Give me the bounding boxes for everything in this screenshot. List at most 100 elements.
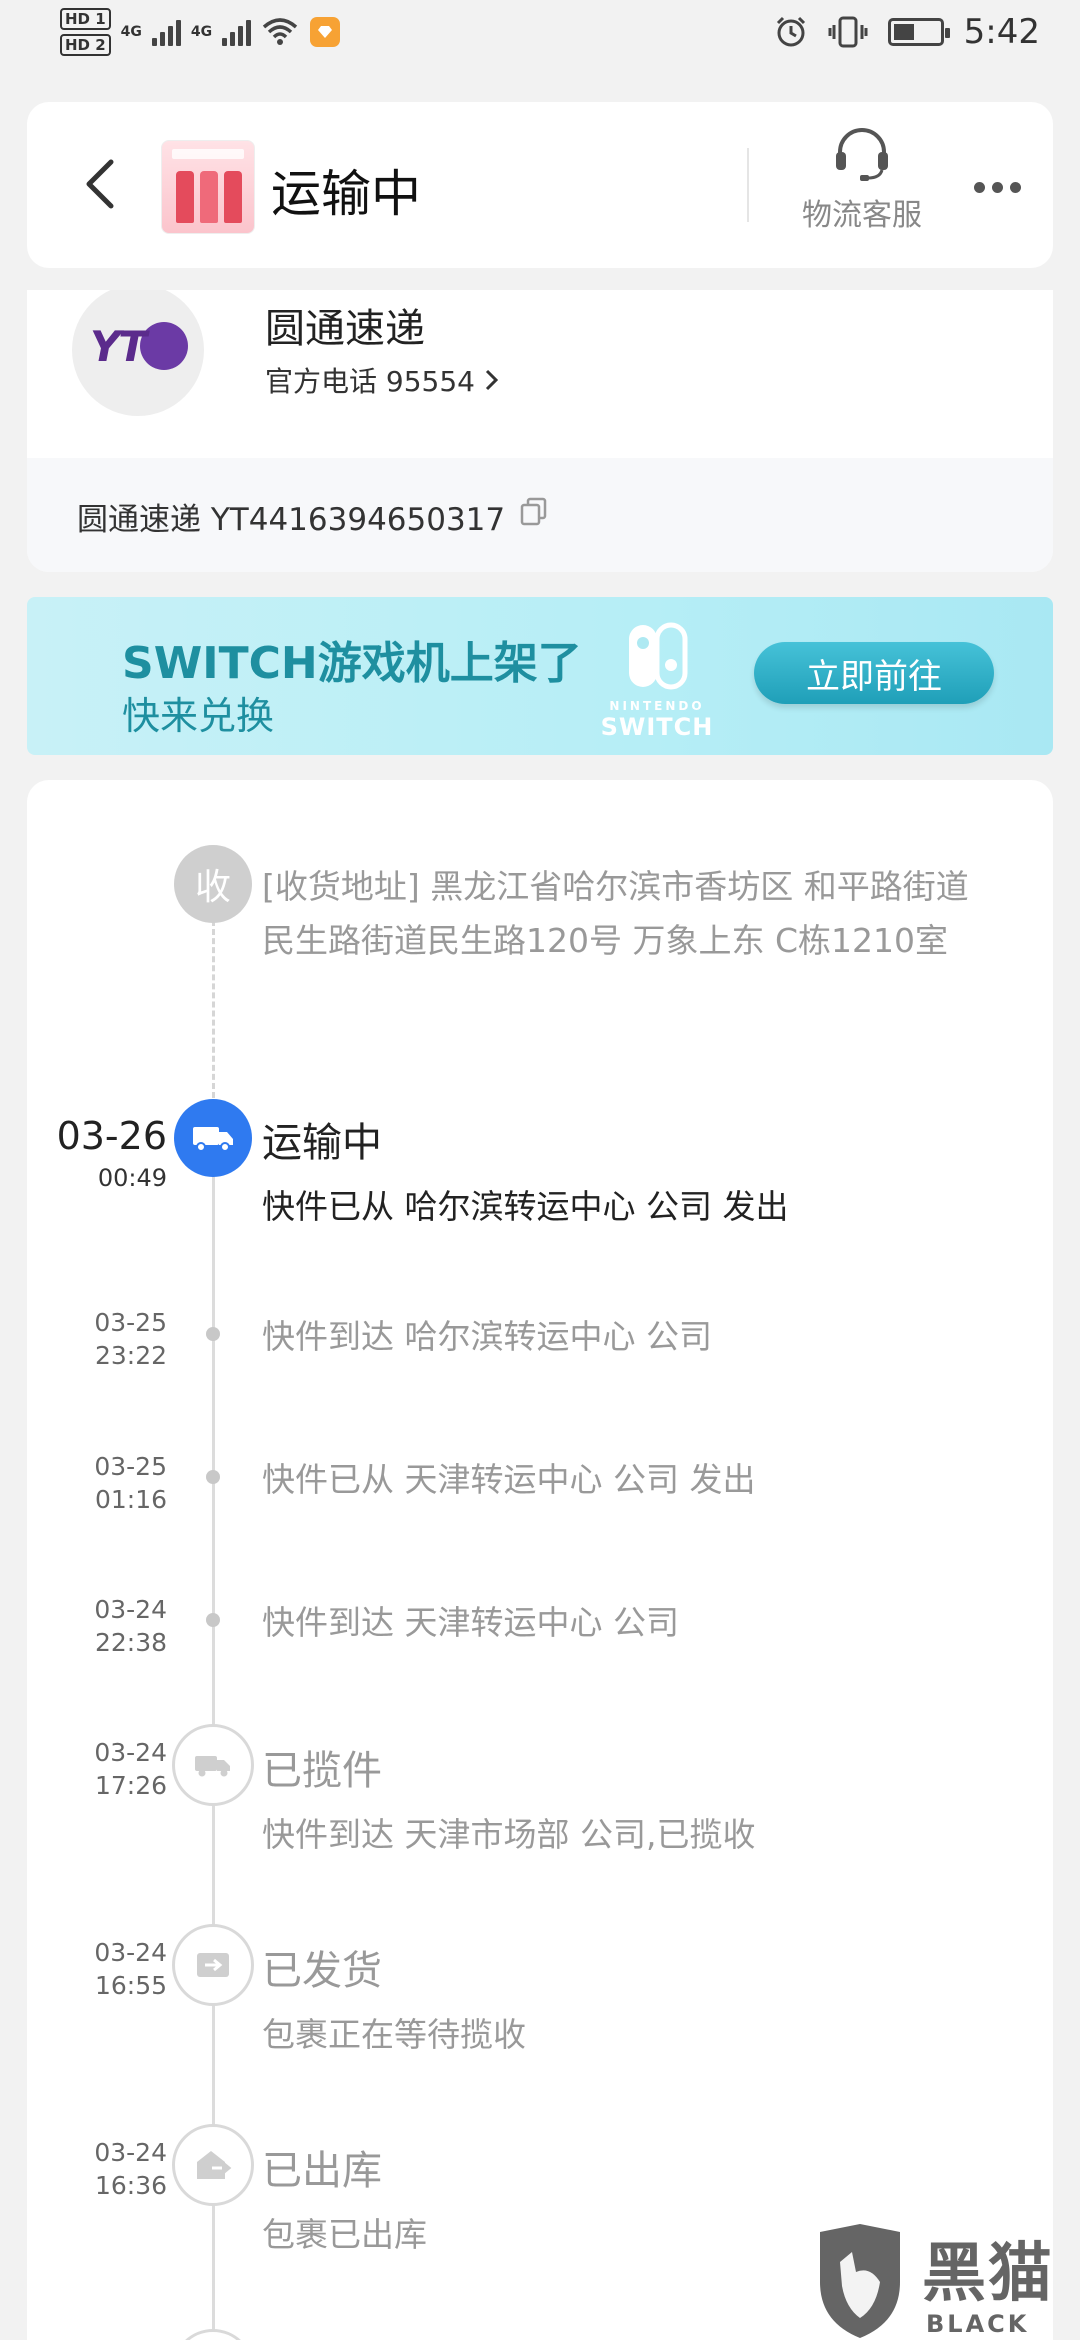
timeline-event: 运输中 快件已从 哈尔滨转运中心 公司 发出 (262, 1110, 1002, 1228)
timeline-event: 快件到达 哈尔滨转运中心 公司 (262, 1310, 1002, 1358)
timeline-event: 快件已从 天津转运中心 公司 发出 (262, 1453, 1002, 1501)
event-time: 16:55 (94, 1971, 167, 2000)
logistics-service-button[interactable]: 物流客服 (777, 124, 947, 234)
tracking-number: 圆通速递 YT4416394650317 (77, 502, 506, 538)
timeline-dot (206, 1613, 220, 1627)
event-datetime: 03-24 17:26 (94, 1738, 167, 1800)
tracking-timeline: 收 [收货地址] 黑龙江省哈尔滨市香坊区 和平路街道 民生路街道民生路120号 … (27, 780, 1053, 2340)
more-icon[interactable] (957, 162, 1037, 212)
event-datetime: 03-24 16:36 (94, 2138, 167, 2200)
event-status: 已揽件 (262, 1748, 382, 1794)
status-right: 5:42 (774, 12, 1040, 52)
timeline-dot (206, 1470, 220, 1484)
watermark-cn: 黑猫 (922, 2237, 1054, 2311)
product-thumbnail[interactable] (161, 140, 255, 234)
event-time: 00:49 (97, 1164, 167, 1192)
event-status: 已发货 (262, 1948, 382, 1994)
timeline-dot (206, 1327, 220, 1341)
switch-brand: SWITCH (600, 713, 714, 741)
in-transit-node (174, 1099, 252, 1177)
service-label: 物流客服 (802, 198, 922, 233)
courier-truck-icon (195, 1756, 230, 1777)
event-date: 03-24 (94, 1738, 167, 1767)
event-time: 16:36 (94, 2171, 167, 2200)
blackcat-watermark: 黑猫 BLACK CAT (810, 2222, 1080, 2340)
event-time: 23:22 (94, 1341, 167, 1370)
timeline-event: 已发货 包裹正在等待揽收 (262, 1938, 1002, 2056)
alarm-icon (776, 16, 805, 47)
network-type-1: 4G (120, 24, 142, 40)
courier-phone-text: 官方电话 95554 (265, 365, 475, 398)
event-desc: 快件到达 哈尔滨转运中心 公司 (262, 1317, 712, 1356)
courier-name: 圆通速递 (265, 306, 425, 352)
event-date: 03-25 (94, 1308, 167, 1337)
package-card-icon (197, 1953, 229, 1977)
hd-indicators: HD 1 HD 2 (60, 8, 111, 56)
vibrate-icon (828, 16, 868, 48)
event-time: 01:16 (94, 1485, 167, 1514)
timeline-event: 快件到达 天津转运中心 公司 (262, 1596, 1002, 1644)
copy-icon[interactable] (519, 496, 549, 526)
network-type-2: 4G (190, 24, 213, 40)
event-date: 03-24 (94, 1595, 167, 1624)
back-icon[interactable] (77, 154, 127, 214)
event-datetime: 03-26 00:49 (57, 1114, 167, 1192)
event-desc: 快件到达 天津转运中心 公司 (262, 1603, 679, 1642)
signal-1-icon (151, 18, 181, 46)
timeline-line-dashed (212, 920, 215, 1098)
courier-phone-link[interactable]: 官方电话 95554 (265, 360, 501, 400)
chevron-right-icon (485, 369, 499, 391)
event-desc: 包裹正在等待揽收 (262, 2015, 526, 2054)
event-desc: 快件到达 天津市场部 公司,已揽收 (262, 1815, 756, 1854)
event-date: 03-24 (94, 1938, 167, 1967)
event-datetime: 03-25 01:16 (94, 1452, 167, 1514)
headset-icon (836, 128, 888, 181)
truck-icon (193, 1127, 233, 1152)
courier-logo: YT (72, 290, 204, 416)
event-datetime: 03-24 16:55 (94, 1938, 167, 2000)
hd2-badge: HD 2 (60, 34, 111, 56)
hd1-badge: HD 1 (60, 8, 111, 30)
event-desc: 快件已从 哈尔滨转运中心 公司 发出 (262, 1187, 789, 1226)
receiver-badge: 收 (174, 845, 252, 923)
courier-card: YT 圆通速递 官方电话 95554 圆通速递 YT4416394650317 (27, 290, 1053, 572)
clock: 5:42 (963, 12, 1040, 52)
event-date: 03-25 (94, 1452, 167, 1481)
event-date: 03-24 (94, 2138, 167, 2167)
tracking-row: 圆通速递 YT4416394650317 (27, 458, 1053, 572)
event-time: 22:38 (94, 1628, 167, 1657)
signal-2-icon (222, 18, 252, 46)
switch-console-icon (629, 622, 688, 690)
shipped-node (172, 1924, 254, 2006)
page-title: 运输中 (271, 165, 421, 223)
event-date: 03-26 (56, 1114, 167, 1158)
receiver-address: [收货地址] 黑龙江省哈尔滨市香坊区 和平路街道 民生路街道民生路120号 万象… (262, 867, 1002, 960)
status-bar: HD 1 HD 2 4G 4G 5:42 (0, 0, 1080, 80)
blackcat-logo-icon (820, 2224, 900, 2338)
switch-logo: NINTENDO SWITCH (587, 619, 727, 741)
banner-title: SWITCH游戏机上架了 (122, 638, 582, 689)
switch-brand-small: NINTENDO (609, 699, 705, 713)
go-now-button[interactable]: 立即前往 (754, 642, 994, 704)
next-node-partial (172, 2329, 254, 2340)
notification-app-icon (310, 17, 341, 47)
event-status: 运输中 (262, 1120, 382, 1166)
header-divider (747, 148, 749, 222)
courier-logo-mark (140, 322, 188, 370)
battery-icon (887, 18, 950, 46)
banner-subtitle: 快来兑换 (122, 694, 275, 738)
courier-logo-text: YT (90, 322, 147, 371)
warehouse-icon (197, 2151, 232, 2179)
event-datetime: 03-24 22:38 (94, 1595, 167, 1657)
promo-banner[interactable]: SWITCH游戏机上架了 快来兑换 NINTENDO SWITCH 立即前往 (27, 597, 1053, 755)
event-datetime: 03-25 23:22 (94, 1308, 167, 1370)
status-left: HD 1 HD 2 4G 4G (60, 8, 341, 56)
picked-up-node (172, 1724, 254, 1806)
event-status: 已出库 (262, 2148, 382, 2194)
timeline-event: 已揽件 快件到达 天津市场部 公司,已揽收 (262, 1738, 1002, 1856)
header-bar: 运输中 物流客服 (27, 102, 1053, 268)
event-desc: 快件已从 天津转运中心 公司 发出 (262, 1460, 756, 1499)
wifi-icon (262, 18, 298, 45)
event-time: 17:26 (94, 1771, 167, 1800)
watermark-en: BLACK CAT (926, 2310, 1030, 2340)
